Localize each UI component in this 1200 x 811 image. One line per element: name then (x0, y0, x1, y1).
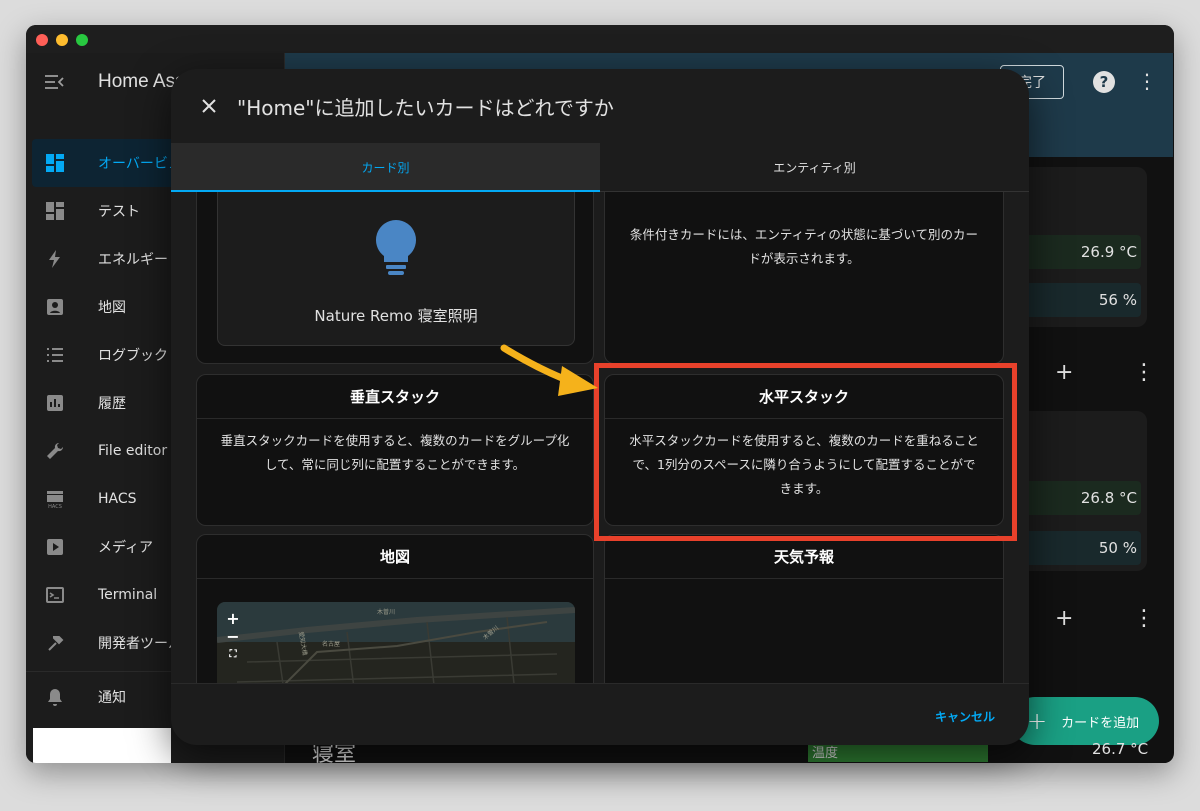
tab-by-card[interactable]: カード別 (171, 143, 600, 192)
add-card-label: カードを追加 (1061, 715, 1140, 731)
map-label: 名古屋 (322, 640, 340, 648)
card-option-conditional[interactable]: 条件付きカードには、エンティティの状態に基づいて別のカードが表示されます。 (604, 192, 1004, 364)
sidebar-item-label: 履歴 (98, 396, 126, 412)
dialog-footer: キャンセル (171, 683, 1029, 745)
temperature-label: 温度 (808, 742, 988, 762)
redacted-profile-block (33, 728, 171, 763)
hammer-icon (44, 632, 66, 654)
dashboard-icon (44, 152, 66, 174)
sidebar-item-label: File editor (98, 443, 168, 459)
map-label: 木曽川 (377, 608, 395, 616)
map-icon (44, 296, 66, 318)
plus-icon: + (1027, 707, 1048, 735)
card-actions: + ⋮ (1055, 357, 1155, 387)
bell-icon (44, 686, 66, 708)
dialog-tabs: カード別 エンティティ別 (171, 143, 1029, 192)
pointer-arrow-icon (500, 344, 598, 396)
zoom-in-button[interactable]: + (221, 610, 245, 628)
minimize-window-button[interactable] (56, 34, 68, 46)
humidity-value: 56 % (1098, 291, 1137, 309)
lightbulb-icon (376, 220, 416, 275)
add-card-button[interactable]: + カードを追加 (1011, 697, 1159, 745)
tab-by-entity[interactable]: エンティティ別 (600, 143, 1029, 191)
cancel-button[interactable]: キャンセル (935, 708, 995, 725)
sidebar-item-label: HACS (98, 491, 137, 507)
list-icon (44, 344, 66, 366)
card-title: 地図 (197, 535, 593, 579)
terminal-icon (44, 584, 66, 606)
add-icon[interactable]: + (1055, 360, 1073, 385)
play-icon (44, 536, 66, 558)
sidebar-item-label: 通知 (98, 690, 126, 706)
sidebar-item-label: エネルギー (98, 252, 168, 268)
wrench-icon (44, 440, 66, 462)
sidebar-item-label: ログブック (98, 348, 168, 364)
chart-icon (44, 392, 66, 414)
temperature-value: 26.9 °C (1080, 243, 1137, 261)
sidebar-item-label: Terminal (98, 587, 158, 603)
temperature-value: 26.8 °C (1080, 489, 1137, 507)
card-option-weather-forecast[interactable]: 天気予報 (604, 534, 1004, 683)
sidebar-item-label: テスト (98, 204, 140, 220)
highlight-box (594, 363, 1017, 541)
close-icon[interactable] (199, 96, 219, 116)
map-preview: 木曽川 愛知大橋 名古屋 木曽川 + − ⛶ (217, 602, 575, 683)
menu-collapse-icon[interactable] (42, 70, 66, 94)
help-icon[interactable]: ? (1093, 71, 1115, 93)
fit-map-icon[interactable]: ⛶ (221, 646, 245, 664)
zoom-out-button[interactable]: − (221, 628, 245, 646)
card-description: 垂直スタックカードを使用すると、複数のカードをグループ化して、常に同じ列に配置す… (220, 433, 570, 472)
sidebar-item-label: 開発者ツール (98, 636, 182, 652)
sidebar-item-label: メディア (98, 540, 154, 556)
svg-text:HACS: HACS (48, 504, 62, 509)
map-streets: 木曽川 愛知大橋 名古屋 木曽川 (217, 602, 575, 683)
card-description: 条件付きカードには、エンティティの状態に基づいて別のカードが表示されます。 (629, 227, 979, 266)
card-actions: + ⋮ (1055, 603, 1155, 633)
card-title: 天気予報 (605, 535, 1003, 579)
add-icon[interactable]: + (1055, 606, 1073, 631)
map-controls: + − ⛶ (221, 610, 245, 664)
dialog-title: "Home"に追加したいカードはどれですか (237, 95, 614, 120)
humidity-value: 50 % (1098, 539, 1137, 557)
dashboard-icon (44, 200, 66, 222)
close-window-button[interactable] (36, 34, 48, 46)
zoom-window-button[interactable] (76, 34, 88, 46)
store-icon: HACS (44, 488, 66, 510)
window-titlebar (26, 25, 1174, 53)
more-icon[interactable]: ⋮ (1133, 360, 1155, 385)
card-option-entity[interactable]: Nature Remo 寝室照明 (196, 192, 594, 364)
temperature-value: 26.7 °C (1092, 740, 1149, 758)
more-icon[interactable]: ⋮ (1133, 606, 1155, 631)
entity-name: Nature Remo 寝室照明 (314, 307, 478, 325)
sidebar-item-label: 地図 (98, 300, 126, 316)
card-option-map[interactable]: 地図 木曽川 愛知大橋 名古屋 木曽川 + − ⛶ (196, 534, 594, 683)
entity-preview: Nature Remo 寝室照明 (217, 192, 575, 346)
dialog-header: "Home"に追加したいカードはどれですか (171, 69, 1029, 143)
more-icon[interactable]: ⋮ (1135, 69, 1159, 95)
lightning-icon (44, 248, 66, 270)
